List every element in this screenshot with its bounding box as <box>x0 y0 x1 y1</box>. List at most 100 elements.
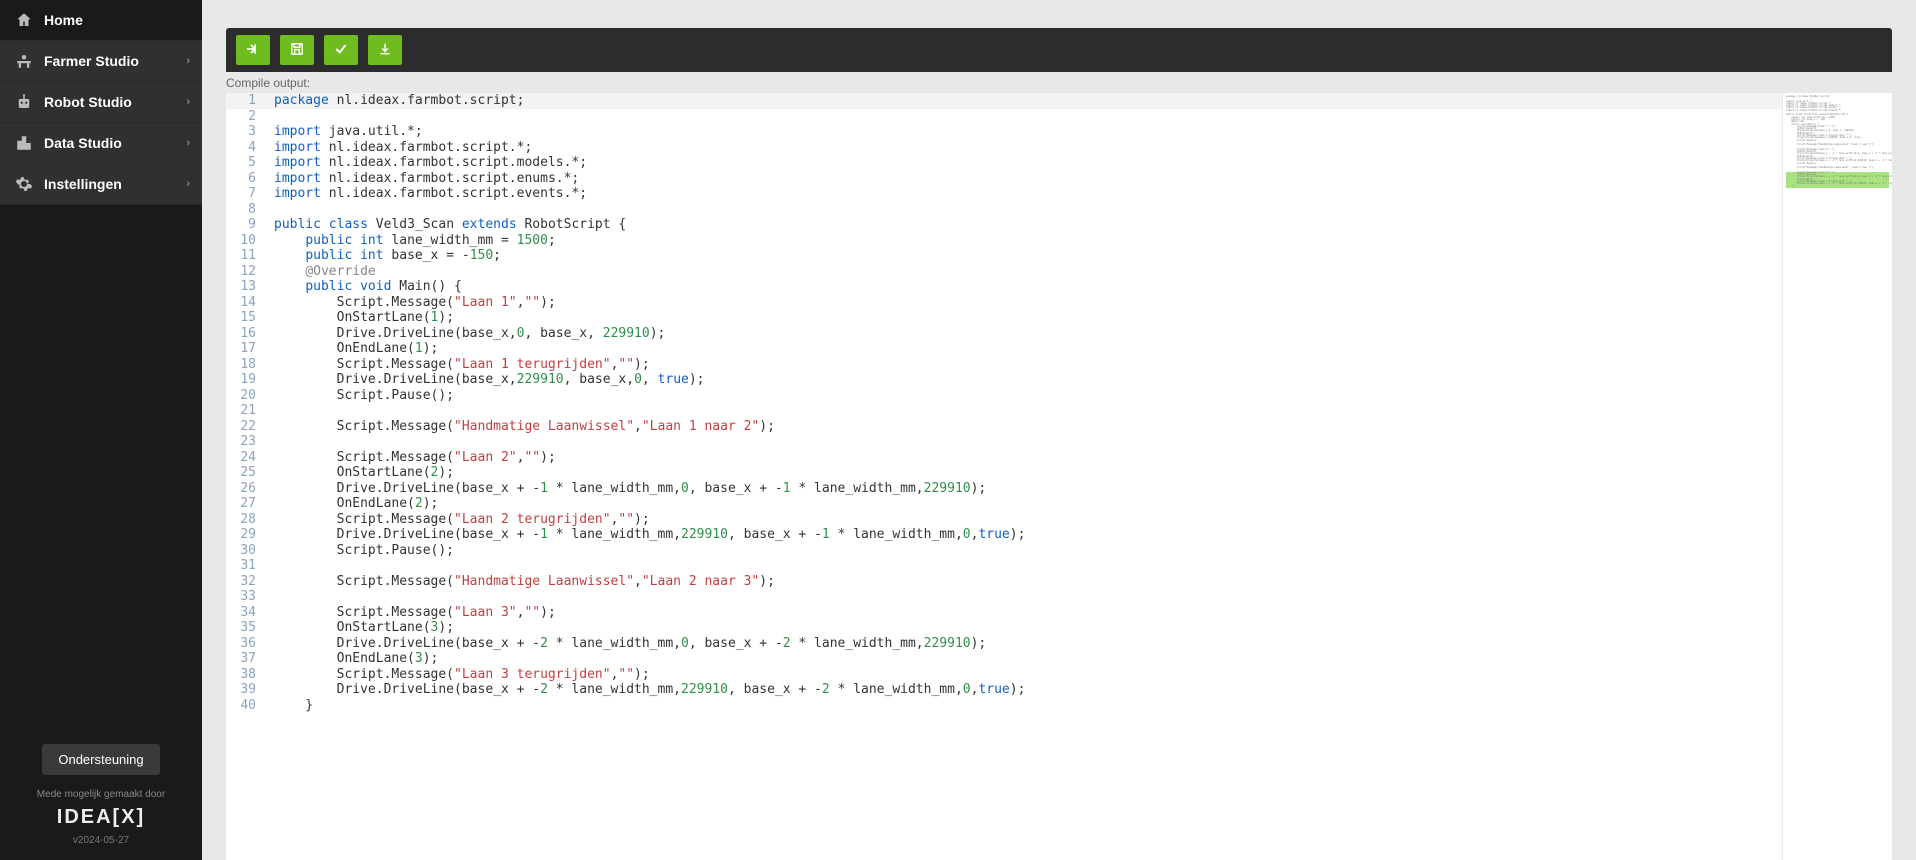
code-line[interactable]: 39 Drive.DriveLine(base_x + -2 * lane_wi… <box>226 682 1782 698</box>
code-content[interactable] <box>268 202 1782 218</box>
code-content[interactable]: Script.Message("Laan 3",""); <box>268 605 1782 621</box>
code-content[interactable]: public class Veld3_Scan extends RobotScr… <box>268 217 1782 233</box>
support-button[interactable]: Ondersteuning <box>42 744 159 775</box>
code-line[interactable]: 21 <box>226 403 1782 419</box>
code-line[interactable]: 10 public int lane_width_mm = 1500; <box>226 233 1782 249</box>
editor-toolbar <box>226 28 1892 72</box>
sidebar-item-data-studio[interactable]: Data Studio› <box>0 123 202 164</box>
code-content[interactable]: Drive.DriveLine(base_x + -1 * lane_width… <box>268 527 1782 543</box>
code-line[interactable]: 17 OnEndLane(1); <box>226 341 1782 357</box>
code-content[interactable] <box>268 403 1782 419</box>
code-line[interactable]: 14 Script.Message("Laan 1",""); <box>226 295 1782 311</box>
code-content[interactable]: Script.Pause(); <box>268 388 1782 404</box>
code-line[interactable]: 3import java.util.*; <box>226 124 1782 140</box>
code-line[interactable]: 35 OnStartLane(3); <box>226 620 1782 636</box>
code-content[interactable]: Script.Message("Handmatige Laanwissel","… <box>268 419 1782 435</box>
code-line[interactable]: 40 } <box>226 698 1782 714</box>
code-line[interactable]: 2 <box>226 109 1782 125</box>
export-button[interactable] <box>236 35 270 65</box>
code-content[interactable]: Drive.DriveLine(base_x + -2 * lane_width… <box>268 682 1782 698</box>
line-number: 38 <box>226 667 268 683</box>
code-line[interactable]: 16 Drive.DriveLine(base_x,0, base_x, 229… <box>226 326 1782 342</box>
code-line[interactable]: 32 Script.Message("Handmatige Laanwissel… <box>226 574 1782 590</box>
code-content[interactable]: Script.Pause(); <box>268 543 1782 559</box>
code-content[interactable]: package nl.ideax.farmbot.script; <box>268 93 1782 109</box>
code-content[interactable]: Drive.DriveLine(base_x + -1 * lane_width… <box>268 481 1782 497</box>
code-content[interactable]: import nl.ideax.farmbot.script.enums.*; <box>268 171 1782 187</box>
save-icon <box>290 42 304 59</box>
code-line[interactable]: 12 @Override <box>226 264 1782 280</box>
code-content[interactable] <box>268 109 1782 125</box>
code-content[interactable]: import nl.ideax.farmbot.script.*; <box>268 140 1782 156</box>
code-line[interactable]: 25 OnStartLane(2); <box>226 465 1782 481</box>
minimap[interactable]: package nl.ideax.farmbot.script; import … <box>1782 93 1892 860</box>
code-content[interactable]: Script.Message("Laan 2",""); <box>268 450 1782 466</box>
code-line[interactable]: 31 <box>226 558 1782 574</box>
code-line[interactable]: 34 Script.Message("Laan 3",""); <box>226 605 1782 621</box>
code-line[interactable]: 5import nl.ideax.farmbot.script.models.*… <box>226 155 1782 171</box>
code-line[interactable]: 28 Script.Message("Laan 2 terugrijden","… <box>226 512 1782 528</box>
sidebar-item-label: Instellingen <box>44 176 122 192</box>
code-editor[interactable]: 1package nl.ideax.farmbot.script;23impor… <box>226 93 1892 860</box>
code-line[interactable]: 33 <box>226 589 1782 605</box>
code-content[interactable]: public void Main() { <box>268 279 1782 295</box>
line-number: 29 <box>226 527 268 543</box>
code-content[interactable]: OnEndLane(1); <box>268 341 1782 357</box>
code-line[interactable]: 13 public void Main() { <box>226 279 1782 295</box>
code-line[interactable]: 36 Drive.DriveLine(base_x + -2 * lane_wi… <box>226 636 1782 652</box>
code-content[interactable]: OnEndLane(3); <box>268 651 1782 667</box>
code-line[interactable]: 11 public int base_x = -150; <box>226 248 1782 264</box>
code-content[interactable]: OnEndLane(2); <box>268 496 1782 512</box>
code-content[interactable] <box>268 589 1782 605</box>
code-line[interactable]: 1package nl.ideax.farmbot.script; <box>226 93 1782 109</box>
sidebar-item-home[interactable]: Home <box>0 0 202 41</box>
code-line[interactable]: 27 OnEndLane(2); <box>226 496 1782 512</box>
code-line[interactable]: 15 OnStartLane(1); <box>226 310 1782 326</box>
code-line[interactable]: 38 Script.Message("Laan 3 terugrijden","… <box>226 667 1782 683</box>
code-line[interactable]: 22 Script.Message("Handmatige Laanwissel… <box>226 419 1782 435</box>
code-content[interactable]: Script.Message("Handmatige Laanwissel","… <box>268 574 1782 590</box>
code-content[interactable]: public int base_x = -150; <box>268 248 1782 264</box>
code-content[interactable]: Drive.DriveLine(base_x + -2 * lane_width… <box>268 636 1782 652</box>
check-button[interactable] <box>324 35 358 65</box>
code-line[interactable]: 37 OnEndLane(3); <box>226 651 1782 667</box>
save-button[interactable] <box>280 35 314 65</box>
code-content[interactable]: OnStartLane(3); <box>268 620 1782 636</box>
code-line[interactable]: 8 <box>226 202 1782 218</box>
code-line[interactable]: 9public class Veld3_Scan extends RobotSc… <box>226 217 1782 233</box>
code-line[interactable]: 29 Drive.DriveLine(base_x + -1 * lane_wi… <box>226 527 1782 543</box>
code-line[interactable]: 20 Script.Pause(); <box>226 388 1782 404</box>
code-line[interactable]: 18 Script.Message("Laan 1 terugrijden","… <box>226 357 1782 373</box>
code-content[interactable]: Script.Message("Laan 2 terugrijden",""); <box>268 512 1782 528</box>
code-line[interactable]: 6import nl.ideax.farmbot.script.enums.*; <box>226 171 1782 187</box>
code-content[interactable] <box>268 558 1782 574</box>
code-content[interactable]: OnStartLane(1); <box>268 310 1782 326</box>
sidebar-item-robot-studio[interactable]: Robot Studio› <box>0 82 202 123</box>
code-content[interactable]: import java.util.*; <box>268 124 1782 140</box>
code-content[interactable]: Script.Message("Laan 1",""); <box>268 295 1782 311</box>
code-content[interactable]: Script.Message("Laan 3 terugrijden",""); <box>268 667 1782 683</box>
code-line[interactable]: 4import nl.ideax.farmbot.script.*; <box>226 140 1782 156</box>
code-line[interactable]: 26 Drive.DriveLine(base_x + -1 * lane_wi… <box>226 481 1782 497</box>
run-button[interactable] <box>368 35 402 65</box>
code-line[interactable]: 23 <box>226 434 1782 450</box>
code-content[interactable]: @Override <box>268 264 1782 280</box>
code-content[interactable]: import nl.ideax.farmbot.script.events.*; <box>268 186 1782 202</box>
code-line[interactable]: 30 Script.Pause(); <box>226 543 1782 559</box>
sidebar-item-instellingen[interactable]: Instellingen› <box>0 164 202 205</box>
code-content[interactable]: OnStartLane(2); <box>268 465 1782 481</box>
code-content[interactable]: Script.Message("Laan 1 terugrijden",""); <box>268 357 1782 373</box>
code-content[interactable]: Drive.DriveLine(base_x,229910, base_x,0,… <box>268 372 1782 388</box>
code-content[interactable]: } <box>268 698 1782 714</box>
line-number: 26 <box>226 481 268 497</box>
line-number: 32 <box>226 574 268 590</box>
code-content[interactable]: import nl.ideax.farmbot.script.models.*; <box>268 155 1782 171</box>
code-content[interactable]: Drive.DriveLine(base_x,0, base_x, 229910… <box>268 326 1782 342</box>
code-line[interactable]: 24 Script.Message("Laan 2",""); <box>226 450 1782 466</box>
code-content[interactable] <box>268 434 1782 450</box>
code-line[interactable]: 7import nl.ideax.farmbot.script.events.*… <box>226 186 1782 202</box>
code-content[interactable]: public int lane_width_mm = 1500; <box>268 233 1782 249</box>
code-line[interactable]: 19 Drive.DriveLine(base_x,229910, base_x… <box>226 372 1782 388</box>
sidebar-item-farmer-studio[interactable]: Farmer Studio› <box>0 41 202 82</box>
line-number: 33 <box>226 589 268 605</box>
